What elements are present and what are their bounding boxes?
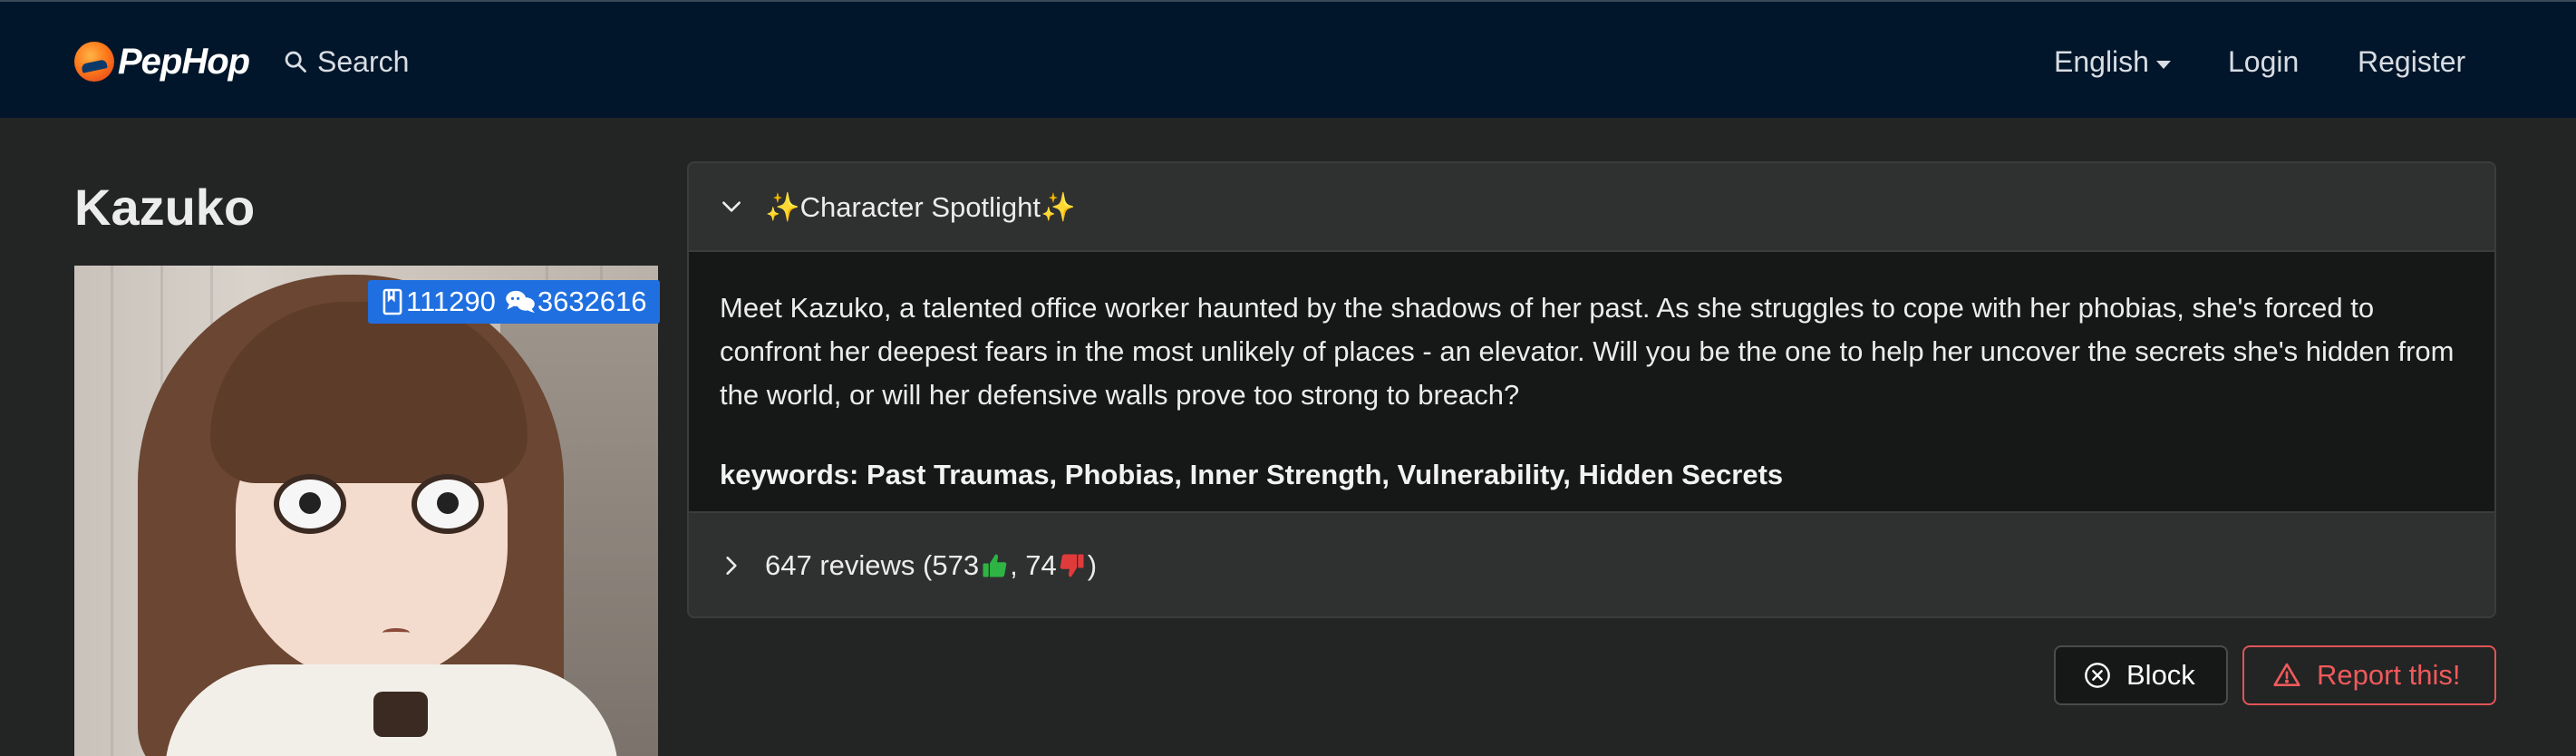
caret-down-icon	[2155, 60, 2171, 69]
logo-text: PepHop	[118, 41, 250, 82]
warning-triangle-icon	[2273, 663, 2300, 686]
reviews-separator: , 74	[1010, 549, 1057, 581]
login-label: Login	[2228, 44, 2300, 78]
login-link[interactable]: Login	[2228, 42, 2299, 82]
thumbs-down-icon	[1059, 552, 1086, 579]
chevron-down-icon	[720, 195, 743, 218]
pephop-logo-icon	[74, 42, 114, 82]
report-label: Report this!	[2317, 659, 2461, 691]
message-count: 111290	[406, 286, 496, 317]
reviews-suffix: )	[1087, 549, 1098, 581]
chevron-right-icon	[720, 554, 743, 577]
thumbs-up-icon	[981, 552, 1008, 579]
character-name: Kazuko	[74, 179, 256, 236]
spotlight-title: ✨Character Spotlight✨	[765, 190, 1076, 223]
register-label: Register	[2358, 44, 2466, 78]
logo-link[interactable]: PepHop	[74, 40, 250, 83]
language-dropdown[interactable]: English	[2054, 42, 2171, 82]
chat-count: 3632616	[537, 286, 647, 317]
search-link[interactable]: Search	[283, 42, 409, 82]
character-description: Meet Kazuko, a talented office worker ha…	[720, 292, 2455, 411]
spotlight-toggle[interactable]: ✨Character Spotlight✨	[689, 163, 2494, 252]
language-label: English	[2054, 44, 2149, 78]
top-navbar: PepHop Search English Login Register	[0, 0, 2576, 118]
character-stats-badge: 111290 3632616	[368, 280, 660, 324]
block-label: Block	[2126, 659, 2195, 691]
spotlight-body: Meet Kazuko, a talented office worker ha…	[689, 252, 2494, 511]
chat-bubbles-icon	[505, 288, 536, 315]
character-portrait	[74, 266, 658, 756]
reviews-prefix: 647 reviews (573	[765, 549, 980, 581]
search-icon	[285, 51, 306, 73]
register-link[interactable]: Register	[2358, 42, 2465, 82]
search-label: Search	[317, 44, 410, 78]
block-button[interactable]: Block	[2054, 645, 2228, 705]
bookmark-icon	[381, 287, 404, 316]
reviews-summary: 647 reviews (573 , 74 )	[765, 549, 1097, 582]
report-button[interactable]: Report this!	[2242, 645, 2496, 705]
character-keywords: keywords: Past Traumas, Phobias, Inner S…	[720, 459, 1784, 490]
reviews-toggle[interactable]: 647 reviews (573 , 74 )	[689, 511, 2494, 616]
circle-x-icon	[2085, 663, 2110, 688]
character-spotlight-card: ✨Character Spotlight✨ Meet Kazuko, a tal…	[687, 161, 2496, 618]
